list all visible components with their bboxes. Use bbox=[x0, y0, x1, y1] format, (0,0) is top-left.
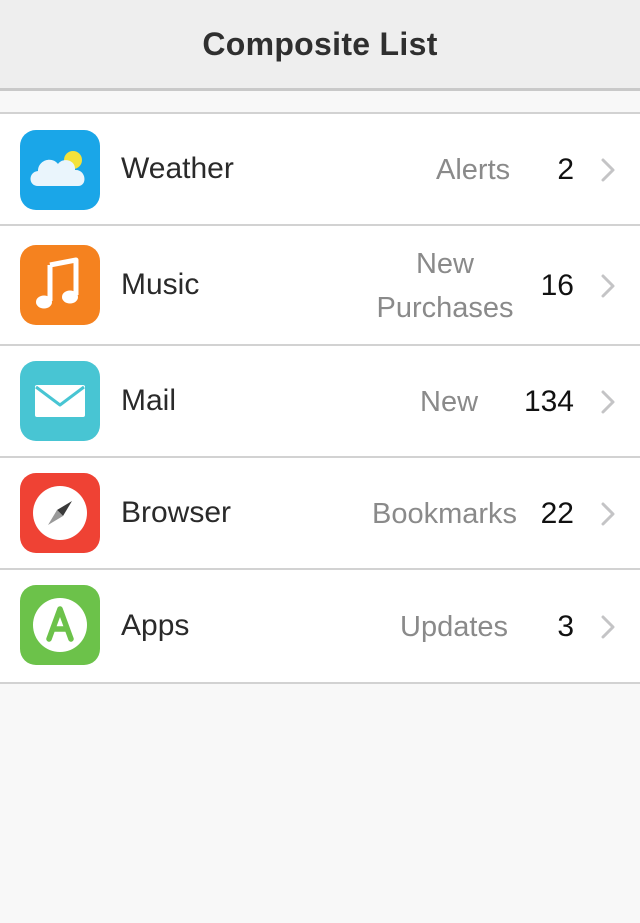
row-title: Music bbox=[121, 268, 200, 301]
page-title: Composite List bbox=[202, 25, 438, 62]
row-subtitle: Alerts bbox=[436, 154, 511, 186]
chevron-right-icon bbox=[601, 274, 615, 298]
row-subtitle: Updates bbox=[400, 611, 509, 643]
chevron-right-icon bbox=[601, 390, 615, 414]
row-subtitle-line-2: Purchases bbox=[376, 292, 514, 324]
chevron-right-icon bbox=[601, 615, 615, 639]
music-note-icon bbox=[20, 245, 100, 325]
row-title: Weather bbox=[121, 152, 234, 185]
row-title: Apps bbox=[121, 609, 190, 642]
row-title: Browser bbox=[121, 496, 232, 529]
row-count: 134 bbox=[523, 385, 574, 418]
composite-list: Weather Alerts 2 Music New Purchases 16 bbox=[0, 112, 640, 684]
compass-icon bbox=[20, 473, 100, 553]
row-count: 2 bbox=[557, 153, 574, 186]
row-subtitle-line-1: New bbox=[415, 248, 474, 280]
list-item-music[interactable]: Music New Purchases 16 bbox=[0, 224, 640, 344]
mail-envelope-icon bbox=[20, 361, 100, 441]
list-item-apps[interactable]: Apps Updates 3 bbox=[0, 568, 640, 682]
row-count: 22 bbox=[540, 497, 574, 530]
row-subtitle: Bookmarks bbox=[372, 498, 518, 530]
row-count: 3 bbox=[557, 610, 574, 643]
app-store-a-icon bbox=[20, 585, 100, 665]
list-item-browser[interactable]: Browser Bookmarks 22 bbox=[0, 456, 640, 568]
row-title: Mail bbox=[121, 384, 177, 417]
list-item-mail[interactable]: Mail New 134 bbox=[0, 344, 640, 456]
list-item-weather[interactable]: Weather Alerts 2 bbox=[0, 114, 640, 224]
screen: Composite List Weather Alerts 2 Music Ne… bbox=[0, 0, 640, 923]
weather-cloud-sun-icon bbox=[20, 130, 100, 210]
chevron-right-icon bbox=[601, 502, 615, 526]
row-count: 16 bbox=[540, 269, 574, 302]
row-subtitle: New bbox=[420, 386, 479, 418]
chevron-right-icon bbox=[601, 158, 615, 182]
navigation-bar: Composite List bbox=[0, 0, 640, 91]
